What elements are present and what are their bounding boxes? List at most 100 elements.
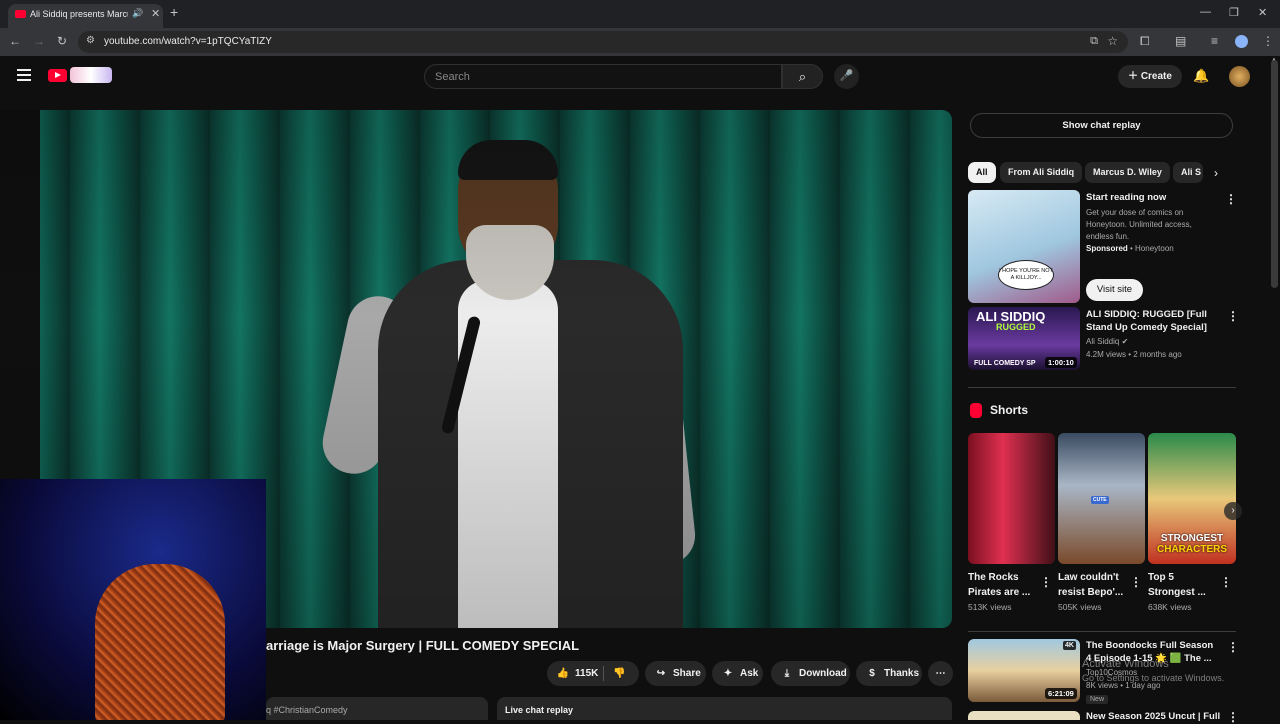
youtube-doodle[interactable] [70,67,112,83]
shorts-heading: Shorts [990,403,1029,417]
short-badge: CUTE [1091,496,1109,504]
browser-tab[interactable]: Ali Siddiq presents Marcus 🔊 ✕ [8,4,163,28]
reading-list-icon[interactable]: ≡ [1211,34,1218,48]
sparkle-icon: ✦ [723,668,733,679]
short-thumbnail-2[interactable]: CUTE [1058,433,1145,564]
plus-icon: ＋ [1128,71,1141,82]
duration-badge: 1:00:10 [1045,357,1077,368]
duration-badge: 6:21:09 [1045,688,1077,699]
live-chat-box[interactable]: Live chat replay [497,697,952,720]
boondocks-thumbnail[interactable]: 4K 6:21:09 [968,639,1080,702]
page-scrollbar[interactable] [1271,60,1278,288]
share-icon: ↪ [656,668,666,679]
reload-icon[interactable]: ↻ [57,34,67,48]
like-button[interactable]: 👍 115K 👎 [547,661,639,686]
chip-marcus-d-wiley[interactable]: Marcus D. Wiley [1085,162,1170,183]
thumbs-down-icon[interactable]: 👎 [613,661,625,686]
share-button[interactable]: ↪ Share [645,661,706,686]
download-button[interactable]: ⤓ Download [771,661,850,686]
rec3-more-icon[interactable]: ⋮ [1227,710,1239,724]
rec1-more-icon[interactable]: ⋮ [1227,309,1239,323]
youtube-header: Search ⌕ 🎤 ＋ Create 🔔 [0,56,1280,96]
rec3-thumbnail[interactable] [968,711,1080,720]
rec1-meta: 4.2M views • 2 months ago [1086,350,1182,359]
short-thumbnail-1[interactable] [968,433,1055,564]
ad-thumbnail[interactable]: I HOPE YOU'RE NOT A KILLJOY... [968,190,1080,303]
install-app-icon[interactable]: ⧉ [1090,35,1098,48]
chip-from-ali-siddiq[interactable]: From Ali Siddiq [1000,162,1083,183]
visit-site-button[interactable]: Visit site [1086,279,1143,301]
short-views-1: 513K views [968,602,1012,612]
search-button[interactable]: ⌕ [782,64,823,89]
rugged-thumbnail[interactable]: ALI SIDDIQ RUGGED FULL COMEDY SP 1:00:10 [968,307,1080,370]
extensions-icon[interactable]: ⧠ [1140,34,1150,49]
minimize-button[interactable]: — [1200,6,1211,18]
short-title-3[interactable]: Top 5 Strongest ... [1148,570,1220,600]
ad-title[interactable]: Start reading now [1086,191,1166,204]
ad-more-icon[interactable]: ⋮ [1225,192,1237,206]
media-icon[interactable]: ▤ [1175,34,1186,48]
site-info-icon[interactable]: ⚙ [86,35,95,46]
close-window-button[interactable]: ✕ [1258,6,1267,19]
activate-windows-subtext: Go to Settings to activate Windows. [1082,673,1225,683]
url-text[interactable]: youtube.com/watch?v=1pTQCYaTIZY [104,36,272,47]
hamburger-menu-icon[interactable] [17,69,31,81]
chip-all[interactable]: All [968,162,996,183]
short-more-icon[interactable]: ⋮ [1130,575,1142,589]
download-label: Download [799,668,847,679]
browser-nav-bar: ← → ↻ ⚙ youtube.com/watch?v=1pTQCYaTIZY … [0,28,1280,56]
notifications-bell-icon[interactable]: 🔔 [1193,68,1209,84]
chip-ali-s[interactable]: Ali S [1173,162,1203,183]
webcam-overlay [0,479,266,720]
description-snippet: q #ChristianComedy [266,705,348,715]
more-actions-icon[interactable]: ⋯ [928,661,953,686]
thumbs-up-icon: 👍 [556,668,570,679]
thanks-icon: $ [869,668,875,679]
chevron-right-icon[interactable]: › [1214,166,1218,180]
new-tab-button[interactable]: + [170,4,178,20]
thumb-footer-text: FULL COMEDY SP [974,360,1036,367]
short-views-3: 638K views [1148,602,1192,612]
youtube-logo-icon[interactable] [48,69,67,82]
speaker-icon[interactable]: 🔊 [132,8,143,19]
short-title-2[interactable]: Law couldn't resist Bepo'... [1058,570,1130,600]
new-badge: New [1086,695,1109,704]
short-views-2: 505K views [1058,602,1102,612]
channel-name: Ali Siddiq [1086,337,1120,346]
thanks-button[interactable]: $ Thanks [856,661,922,686]
live-chat-label: Live chat replay [505,705,574,715]
ask-button[interactable]: ✦ Ask [712,661,763,686]
create-label: Create [1140,71,1172,82]
webcam-figure [95,564,225,720]
create-button[interactable]: ＋ Create [1118,65,1182,88]
rec1-title[interactable]: ALI SIDDIQ: RUGGED [Full Stand Up Comedy… [1086,308,1226,334]
back-arrow-icon[interactable]: ← [9,34,21,48]
bookmark-star-icon[interactable]: ☆ [1107,34,1118,48]
shorts-next-chevron-icon[interactable]: › [1224,502,1242,520]
search-input[interactable]: Search [424,64,782,89]
rec1-channel[interactable]: Ali Siddiq ✔ [1086,336,1128,348]
forward-arrow-icon[interactable]: → [33,34,45,48]
browser-menu-icon[interactable]: ⋮ [1262,34,1274,48]
ad-description: Get your dose of comics on Honeytoon. Un… [1086,208,1192,241]
short-more-icon[interactable]: ⋮ [1040,575,1052,589]
short-more-icon[interactable]: ⋮ [1220,575,1232,589]
short-caption: STRONGEST CHARACTERS [1150,533,1234,555]
profile-icon[interactable] [1235,35,1248,48]
address-bar[interactable]: ⚙ youtube.com/watch?v=1pTQCYaTIZY ⧉ ☆ [78,31,1128,53]
ask-label: Ask [740,668,759,679]
tab-close-icon[interactable]: ✕ [151,7,160,20]
download-icon: ⤓ [784,668,790,679]
description-box[interactable]: q #ChristianComedy [266,697,488,720]
account-avatar[interactable] [1229,66,1250,87]
voice-search-icon[interactable]: 🎤 [834,64,859,89]
browser-tab-bar: Ali Siddiq presents Marcus 🔊 ✕ + — ❐ ✕ [0,0,1280,28]
restore-button[interactable]: ❐ [1229,6,1239,19]
youtube-favicon-icon [15,10,26,18]
rec2-more-icon[interactable]: ⋮ [1227,640,1239,654]
rec3-title[interactable]: New Season 2025 Uncut | Full [1086,710,1220,723]
like-divider [603,666,604,681]
short-thumbnail-3[interactable]: STRONGEST CHARACTERS [1148,433,1236,564]
show-chat-replay-button[interactable]: Show chat replay [970,113,1233,138]
short-title-1[interactable]: The Rocks Pirates are ... [968,570,1040,600]
